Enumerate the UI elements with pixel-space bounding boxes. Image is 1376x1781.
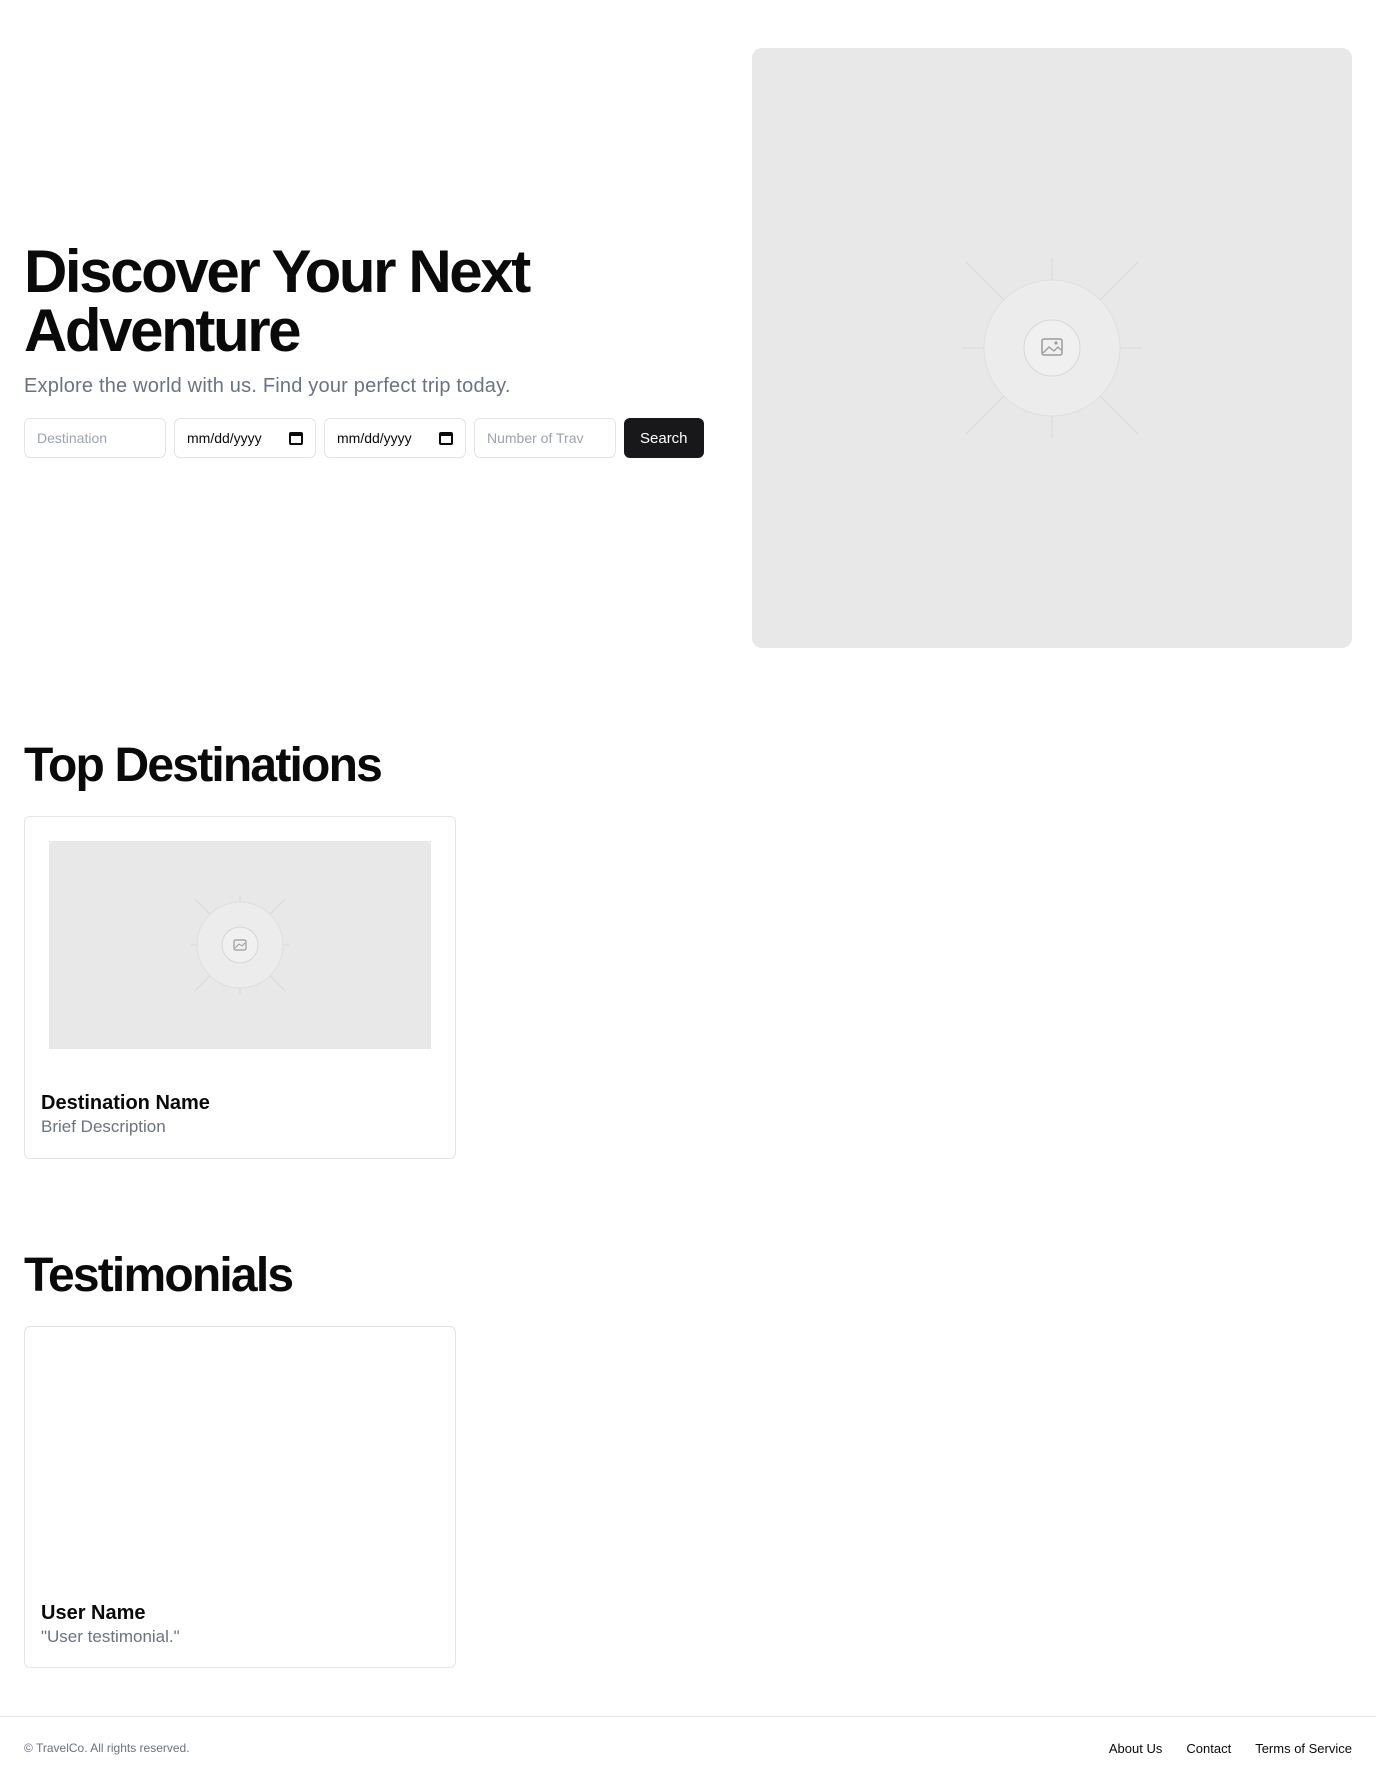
calendar-icon[interactable] [439,431,453,445]
destination-name: Destination Name [41,1092,210,1114]
destinations-title: Top Destinations [24,739,383,792]
end-date-input[interactable]: mm/dd/yyyy [324,418,466,458]
end-date-value: mm/dd/yyyy [337,430,412,446]
hero-image-placeholder [752,48,1352,648]
start-date-input[interactable]: mm/dd/yyyy [174,418,316,458]
destination-input[interactable]: Destination [24,418,166,458]
hero-subtitle: Explore the world with us. Find your per… [24,375,511,397]
destination-placeholder: Destination [37,430,108,446]
calendar-icon[interactable] [289,431,303,445]
testimonials-title: Testimonials [24,1249,294,1302]
footer: © TravelCo. All rights reserved. About U… [0,1716,1376,1781]
footer-link-terms[interactable]: Terms of Service [1255,1741,1352,1756]
footer-nav: About Us Contact Terms of Service [1109,1741,1352,1756]
testimonial-card: User Name "User testimonial." [24,1326,456,1668]
search-form: Destination mm/dd/yyyy mm/dd/yyyy Number… [24,418,724,458]
travelers-input[interactable]: Number of Trav [474,418,616,458]
hero-content: Discover Your Next Adventure Explore the… [24,242,724,458]
hero-title: Discover Your Next Adventure [24,242,724,361]
testimonial-quote: "User testimonial." [41,1627,180,1646]
destination-description: Brief Description [41,1117,166,1136]
footer-link-contact[interactable]: Contact [1186,1741,1231,1756]
search-button[interactable]: Search [624,418,704,458]
hero-title-line2: Adventure [24,297,302,364]
hero-section: Discover Your Next Adventure Explore the… [24,48,1352,648]
testimonial-user-name: User Name [41,1602,146,1624]
hero-title-line1: Discover Your Next [24,238,531,305]
destination-image-placeholder [49,841,431,1049]
start-date-value: mm/dd/yyyy [187,430,262,446]
image-icon [191,896,289,994]
copyright-text: © TravelCo. All rights reserved. [24,1741,190,1755]
destination-card[interactable]: Destination Name Brief Description [24,816,456,1159]
image-icon [962,258,1142,438]
travelers-placeholder: Number of Trav [487,430,584,446]
footer-link-about[interactable]: About Us [1109,1741,1162,1756]
